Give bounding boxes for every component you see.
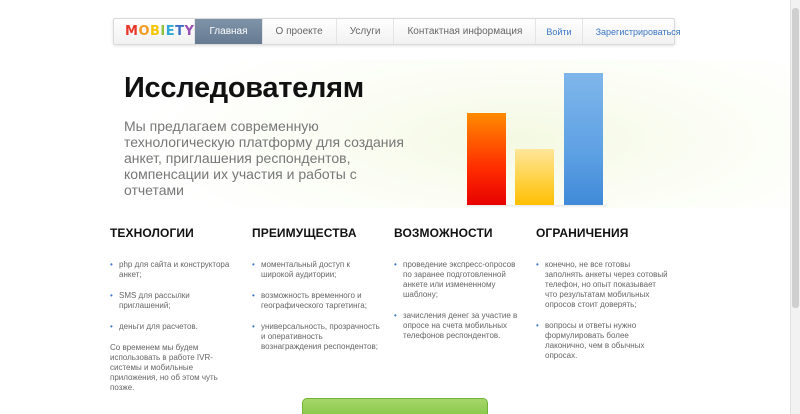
hero-bar-chart-illustration <box>467 73 607 206</box>
column-list: моментальный доступ к широкой аудитории;… <box>252 260 384 352</box>
nav-item-about[interactable]: О проекте <box>263 19 337 44</box>
list-item: проведение экспресс-опросов по заранее п… <box>394 260 526 300</box>
login-link[interactable]: Войти <box>536 19 583 44</box>
cta-button[interactable] <box>302 398 488 414</box>
nav-item-contacts[interactable]: Контактная информация <box>394 19 537 44</box>
column-list: проведение экспресс-опросов по заранее п… <box>394 260 526 341</box>
column-limitations: ОГРАНИЧЕНИЯ конечно, не все готовы запол… <box>536 226 668 372</box>
list-item: универсальность, прозрачность и оператив… <box>252 322 384 352</box>
scrollbar-thumb[interactable] <box>792 8 799 308</box>
list-item: SMS для рассылки приглашений; <box>110 291 242 311</box>
column-list: конечно, не все готовы заполнять анкеты … <box>536 260 668 361</box>
list-item: зачисления денег за участие в опросе на … <box>394 311 526 341</box>
list-item: моментальный доступ к широкой аудитории; <box>252 260 384 280</box>
column-title: ТЕХНОЛОГИИ <box>110 226 194 240</box>
logo-letter: B <box>150 24 161 39</box>
column-title: ПРЕИМУЩЕСТВА <box>252 226 357 240</box>
mobiety-logo[interactable]: MOBIETY <box>114 19 194 44</box>
list-item: возможность временного и географического… <box>252 291 384 311</box>
logo-letter: Y <box>184 24 195 39</box>
logo-letter: T <box>175 24 185 39</box>
list-item: деньги для расчетов. <box>110 322 242 332</box>
column-note: Со временем мы будем использовать в рабо… <box>110 343 218 392</box>
list-item: конечно, не все готовы заполнять анкеты … <box>536 260 668 310</box>
nav-item-services[interactable]: Услуги <box>337 19 395 44</box>
chart-bar-blue <box>564 73 603 206</box>
hero-description: Мы предлагаем современную технологическу… <box>124 118 404 198</box>
chart-bar-yellow <box>515 149 554 206</box>
top-navbar: MOBIETY Главная О проекте Услуги Контакт… <box>113 18 681 45</box>
hero-title: Исследователям <box>124 72 364 104</box>
logo-letter: E <box>165 24 176 39</box>
chart-bar-red <box>467 113 506 206</box>
column-capabilities: ВОЗМОЖНОСТИ проведение экспресс-опросов … <box>394 226 526 352</box>
column-title: ВОЗМОЖНОСТИ <box>394 226 493 240</box>
column-list: php для сайта и конструктора анкет; SMS … <box>110 260 242 332</box>
column-technologies: ТЕХНОЛОГИИ php для сайта и конструктора … <box>110 226 242 393</box>
register-link[interactable]: Зарегистрироваться <box>583 19 695 44</box>
column-advantages: ПРЕИМУЩЕСТВА моментальный доступ к широк… <box>252 226 384 363</box>
page-scrollbar[interactable] <box>790 0 800 414</box>
column-title: ОГРАНИЧЕНИЯ <box>536 226 629 240</box>
chart-baseline <box>467 205 607 208</box>
nav-item-home[interactable]: Главная <box>194 19 263 44</box>
list-item: вопросы и ответы нужно формулировать бол… <box>536 321 668 361</box>
list-item: php для сайта и конструктора анкет; <box>110 260 242 280</box>
logo-letter: M <box>125 24 139 39</box>
logo-letter: O <box>138 24 150 39</box>
